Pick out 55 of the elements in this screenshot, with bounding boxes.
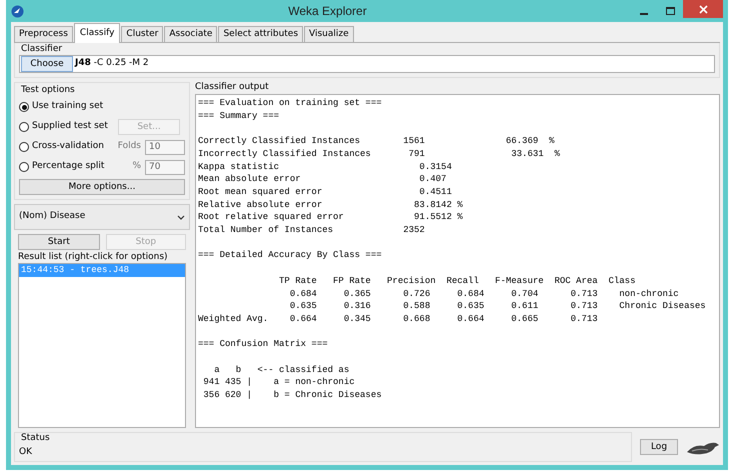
group-heading: Classifier xyxy=(21,44,64,55)
output-line: === Confusion Matrix === xyxy=(198,338,328,351)
output-line: Correctly Classified Instances 1561 66.369 % xyxy=(198,135,554,148)
field-label: Folds xyxy=(118,140,141,154)
output-line: === Evaluation on training set === xyxy=(198,97,382,110)
more-options-button[interactable]: More options... xyxy=(19,179,185,195)
tab[interactable]: Preprocess xyxy=(14,26,73,42)
output-line: 356 620 | b = Chronic Diseases xyxy=(202,389,382,402)
start-button[interactable]: Start xyxy=(18,234,100,250)
output-line: 0.684 0.365 0.726 0.684 0.704 0.713 non-chronic xyxy=(288,288,679,300)
tab[interactable]: Cluster xyxy=(121,26,164,42)
output-line: Root relative squared error 91.5512 % xyxy=(198,211,463,224)
option-label: Cross-validation xyxy=(32,140,105,154)
output-line: Mean absolute error 0.407 xyxy=(198,173,446,186)
output-line: a b <-- classified as xyxy=(213,364,350,376)
output-line: Incorrectly Classified Instances 791 33.631 % xyxy=(198,148,560,160)
output-line: Root mean squared error 0.4511 xyxy=(198,186,452,199)
output-line: 0.635 0.316 0.588 0.635 0.611 0.713 Chronic Diseases xyxy=(288,300,706,313)
option-label: Percentage split xyxy=(32,160,106,174)
classifier-text: J48 -C 0.25 -M 2 xyxy=(75,57,149,70)
maximize-icon[interactable] xyxy=(666,7,674,15)
option-label: Supplied test set xyxy=(32,120,109,134)
close-icon xyxy=(698,4,708,14)
radio-button[interactable] xyxy=(19,142,29,152)
tab[interactable]: Visualize xyxy=(304,26,354,42)
group-heading: Classifier output xyxy=(195,82,270,93)
tab[interactable]: Select attributes xyxy=(218,26,304,42)
output-line: === Detailed Accuracy By Class === xyxy=(198,249,382,262)
output-line: 941 435 | a = non-chronic xyxy=(202,376,355,390)
log-button[interactable]: Log xyxy=(640,439,678,455)
choose-button[interactable]: Choose xyxy=(21,56,73,72)
group-heading: Test options xyxy=(21,85,76,96)
chevron-icon xyxy=(177,214,185,220)
output-line: Relative absolute error 83.8142 % xyxy=(198,198,463,212)
output-line: Kappa statistic 0.3154 xyxy=(198,160,452,174)
output-line: === Summary === xyxy=(198,110,280,122)
app-icon xyxy=(11,4,24,18)
tab[interactable]: Associate xyxy=(164,26,218,42)
window-title: Weka Explorer xyxy=(287,3,368,20)
field-label: % xyxy=(132,160,141,174)
output-line: Weighted Avg. 0.664 0.345 0.668 0.664 0.665 0.713 xyxy=(198,312,598,326)
tab[interactable]: Classify xyxy=(74,23,120,43)
option-label: Use training set xyxy=(32,100,104,114)
output-line: TP Rate FP Rate Precision Recall F-Measure ROC Area Class xyxy=(278,274,636,288)
dropdown-value: (Nom) Disease xyxy=(19,210,86,224)
radio-button[interactable] xyxy=(19,102,29,112)
class-dropdown[interactable]: (Nom) Disease xyxy=(14,204,190,230)
group-heading: Status xyxy=(21,433,51,444)
number-field[interactable]: 70 xyxy=(145,160,185,174)
status-text: OK xyxy=(19,446,32,459)
output-line: Total Number of Instances 2352 xyxy=(198,224,425,237)
radio-button[interactable] xyxy=(19,162,29,172)
number-field[interactable]: 10 xyxy=(145,140,185,154)
close-button[interactable] xyxy=(683,0,723,18)
group-heading: Result list (right-click for options) xyxy=(18,252,169,263)
